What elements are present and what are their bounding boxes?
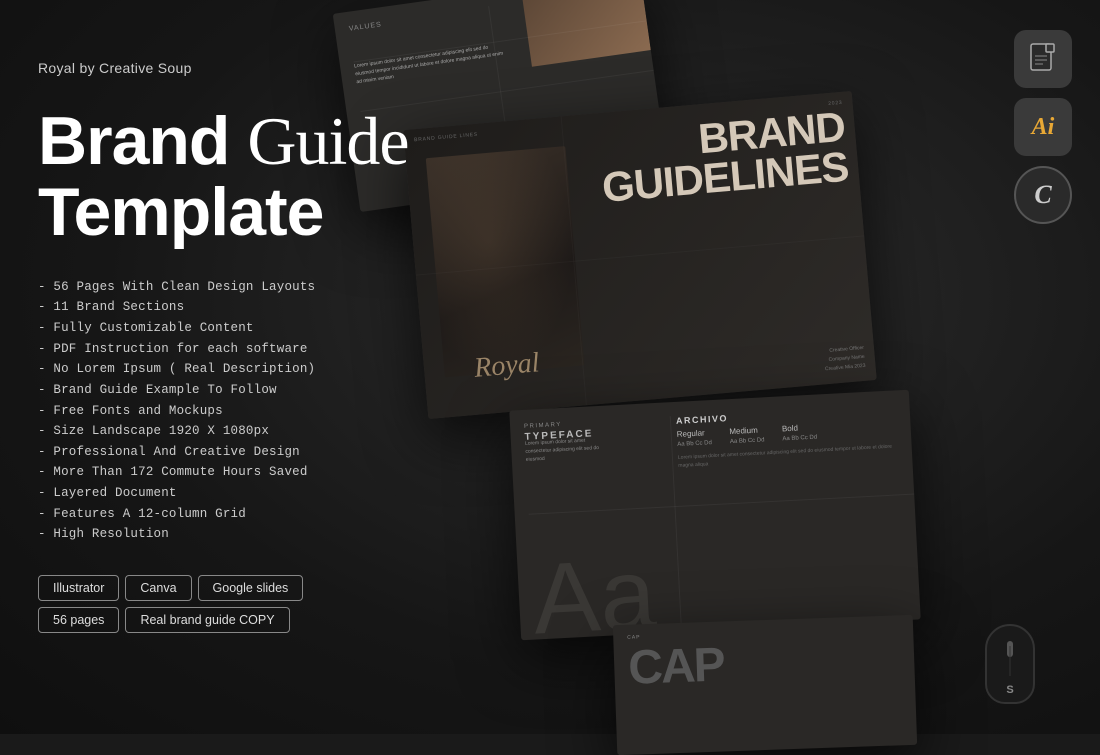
title-serif-part: Guide <box>247 103 408 179</box>
canva-icon[interactable]: C <box>1014 166 1072 224</box>
icon-column: Ai C <box>1014 30 1072 224</box>
file-document-icon[interactable] <box>1014 30 1072 88</box>
features-list: - 56 Pages With Clean Design Layouts - 1… <box>38 277 418 545</box>
feature-item: - Fully Customizable Content <box>38 318 418 339</box>
tag-illustrator[interactable]: Illustrator <box>38 575 119 601</box>
feature-item: - Brand Guide Example To Follow <box>38 380 418 401</box>
title-line1: Brand Guide <box>38 106 418 177</box>
tags-row2: 56 pages Real brand guide COPY <box>38 607 418 633</box>
title-bold-part: Brand <box>38 103 247 179</box>
illustrator-icon[interactable]: Ai <box>1014 98 1072 156</box>
feature-item: - Features A 12-column Grid <box>38 504 418 525</box>
title-line2: Template <box>38 177 418 248</box>
brand-label: Royal by Creative Soup <box>38 60 418 76</box>
feature-item: - High Resolution <box>38 524 418 545</box>
main-title: Brand Guide Template <box>38 106 418 249</box>
feature-item: - 56 Pages With Clean Design Layouts <box>38 277 418 298</box>
feature-item: - 11 Brand Sections <box>38 297 418 318</box>
feature-item: - Professional And Creative Design <box>38 442 418 463</box>
mouse-body: S <box>985 624 1035 704</box>
feature-item: - Layered Document <box>38 483 418 504</box>
tag-canva[interactable]: Canva <box>125 575 191 601</box>
tags-row1: Illustrator Canva Google slides <box>38 575 418 601</box>
mouse-device: S <box>980 624 1040 714</box>
mouse-divider <box>1010 646 1011 676</box>
left-panel: Royal by Creative Soup Brand Guide Templ… <box>38 60 418 633</box>
feature-item: - More Than 172 Commute Hours Saved <box>38 462 418 483</box>
feature-item: - No Lorem Ipsum ( Real Description) <box>38 359 418 380</box>
tag-google-slides[interactable]: Google slides <box>198 575 304 601</box>
feature-item: - Free Fonts and Mockups <box>38 401 418 422</box>
tag-real-brand-guide[interactable]: Real brand guide COPY <box>125 607 289 633</box>
feature-item: - PDF Instruction for each software <box>38 339 418 360</box>
mouse-logo: S <box>1006 684 1013 696</box>
tag-56pages[interactable]: 56 pages <box>38 607 119 633</box>
feature-item: - Size Landscape 1920 X 1080px <box>38 421 418 442</box>
